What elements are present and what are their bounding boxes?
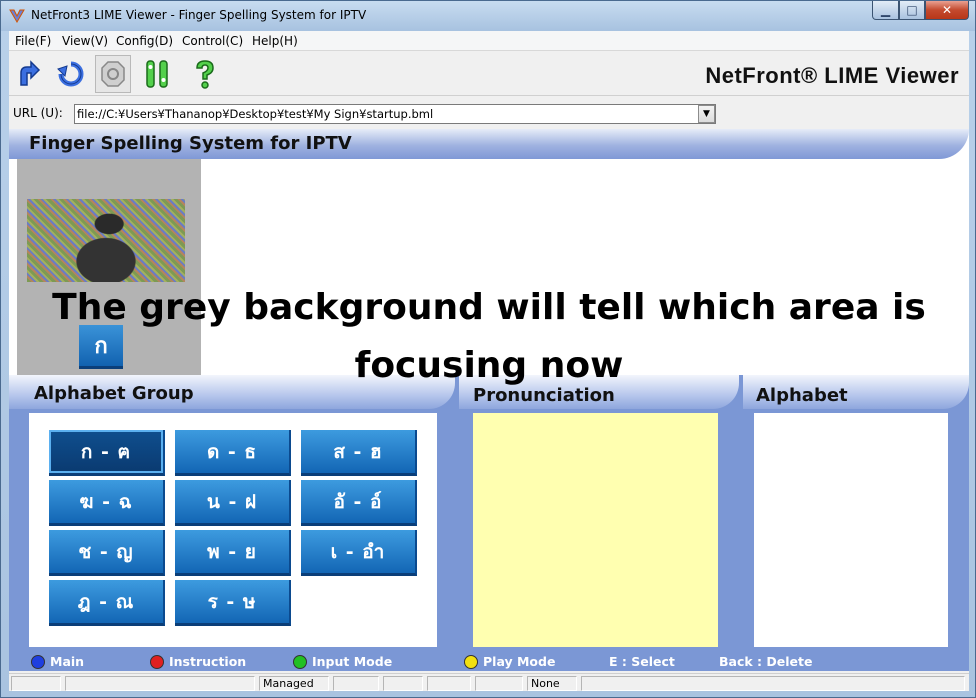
overlay-note: The grey background will tell which area… [52, 287, 926, 386]
close-button[interactable]: ✕ [925, 1, 969, 20]
back-button[interactable] [53, 55, 89, 93]
help-icon [196, 60, 214, 89]
up-arrow-icon [20, 60, 41, 86]
group-button[interactable]: ร - ษ [175, 580, 291, 626]
status-cell [383, 676, 423, 691]
window-title: NetFront3 LIME Viewer - Finger Spelling … [31, 8, 367, 22]
app-icon [9, 9, 25, 23]
url-bar: URL (U): file://C:¥Users¥Thananop¥Deskto… [9, 101, 969, 125]
group-button[interactable]: ช - ญ [49, 530, 165, 576]
group-button[interactable]: ก - ฅ [49, 430, 165, 476]
group-button[interactable]: ส - ฮ [301, 430, 417, 476]
yellow-key-icon [464, 654, 478, 669]
settings-icon [146, 60, 168, 88]
alphabet-panel [754, 413, 948, 647]
menu-control[interactable]: Control(C) [182, 34, 243, 48]
legend-main: Main [31, 654, 84, 669]
menu-file[interactable]: File(F) [15, 34, 51, 48]
menu-view[interactable]: View(V) [62, 34, 108, 48]
group-button[interactable]: ด - ธ [175, 430, 291, 476]
sign-video-thumbnail [27, 199, 185, 282]
status-cell [333, 676, 379, 691]
alphabet-group-panel: ก - ฅ ด - ธ ส - ฮ ฆ - ฉ น - ฝ อั - อ์ ช … [29, 413, 437, 647]
brand-logo: NetFront® LIME Viewer [705, 63, 959, 88]
group-button[interactable]: เ - อำ [301, 530, 417, 576]
app-window: NetFront3 LIME Viewer - Finger Spelling … [0, 0, 976, 698]
menu-bar: File(F) View(V) Config(D) Control(C) Hel… [9, 31, 969, 51]
menu-help[interactable]: Help(H) [252, 34, 298, 48]
group-button[interactable]: อั - อ์ [301, 480, 417, 526]
group-button[interactable]: พ - ย [175, 530, 291, 576]
group-button[interactable]: ฎ - ณ [49, 580, 165, 626]
legend-instruction: Instruction [150, 654, 246, 669]
back-icon [57, 61, 84, 87]
status-bar: Managed None [9, 673, 969, 691]
client-area: File(F) View(V) Config(D) Control(C) Hel… [9, 31, 969, 691]
red-key-icon [150, 654, 164, 669]
bottom-panel: Alphabet Group Pronunciation Alphabet ก … [9, 375, 969, 671]
legend-select: E : Select [609, 654, 675, 669]
url-label: URL (U): [13, 106, 63, 120]
group-button[interactable]: น - ฝ [175, 480, 291, 526]
status-cell [427, 676, 471, 691]
legend-input-mode: Input Mode [293, 654, 392, 669]
group-button[interactable]: ฆ - ฉ [49, 480, 165, 526]
pronunciation-panel [473, 413, 718, 647]
status-security: None [527, 676, 577, 691]
blue-key-icon [31, 654, 45, 669]
up-button[interactable] [11, 55, 47, 93]
legend-back: Back : Delete [719, 654, 813, 669]
green-key-icon [293, 654, 307, 669]
status-mode: Managed [259, 676, 329, 691]
url-input[interactable]: file://C:¥Users¥Thananop¥Desktop¥test¥My… [74, 104, 716, 124]
stop-icon [101, 61, 125, 87]
page-title: Finger Spelling System for IPTV [29, 133, 352, 154]
status-cell [581, 676, 965, 691]
status-cell [11, 676, 61, 691]
minimize-button[interactable]: ▁ [872, 1, 899, 20]
menu-config[interactable]: Config(D) [116, 34, 173, 48]
status-cell [65, 676, 255, 691]
help-button[interactable] [187, 55, 223, 93]
url-dropdown-button[interactable]: ▼ [698, 105, 715, 123]
stop-button[interactable] [95, 55, 131, 93]
status-cell [475, 676, 523, 691]
toolbar: NetFront® LIME Viewer [9, 52, 969, 96]
settings-button[interactable] [139, 55, 175, 93]
title-bar[interactable]: NetFront3 LIME Viewer - Finger Spelling … [1, 1, 975, 31]
maximize-button[interactable]: □ [899, 1, 925, 20]
legend-play-mode: Play Mode [464, 654, 555, 669]
content-page: Finger Spelling System for IPTV ก The gr… [9, 129, 969, 671]
